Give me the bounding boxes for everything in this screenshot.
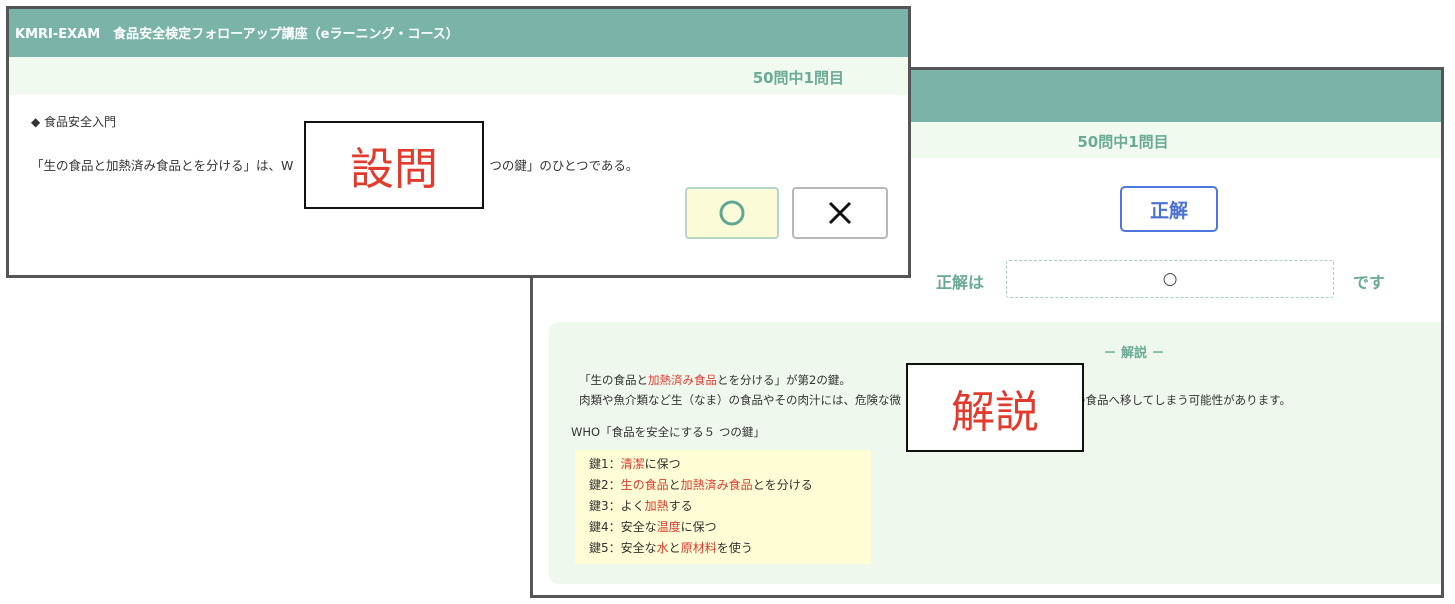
key-prefix: 鍵2：: [589, 478, 621, 492]
key-item: 鍵1：清潔に保つ: [589, 454, 871, 475]
key-highlight: 原材料: [680, 541, 717, 555]
circle-icon: [719, 200, 745, 226]
question-progress: 50問中1問目: [1077, 133, 1169, 151]
keys-list: 鍵1：清潔に保つ 鍵2：生の食品と加熱済み食品とを分ける 鍵3：よく加熱する 鍵4：安…: [575, 450, 871, 564]
answer-value-box: ○: [1006, 260, 1334, 298]
cross-icon: [828, 201, 852, 225]
explanation-line-1-highlight: 加熱済み食品: [648, 373, 717, 387]
key-highlight: 温度: [656, 520, 681, 534]
key-highlight: 加熱: [644, 499, 669, 513]
answer-true-button[interactable]: [685, 187, 779, 239]
key-prefix: 鍵5：: [589, 541, 621, 555]
question-category: ◆ 食品安全入門: [31, 115, 117, 129]
key-text: とを分ける: [752, 478, 813, 492]
explanation-callout-label: 解説: [906, 363, 1084, 452]
question-text-part-2: つの鍵」のひとつである。: [489, 158, 639, 173]
key-highlight: 加熱済み食品: [680, 478, 753, 492]
key-text: よく: [620, 499, 645, 513]
explanation-line-1-b: とを分ける」が第2の鍵。: [717, 373, 851, 387]
key-text: 安全な: [620, 541, 657, 555]
explanation-line-2-a: 肉類や魚介類など生（なま）の食品やその肉汁には、危険な微: [579, 393, 901, 407]
explanation-heading: － 解説 －: [1103, 346, 1165, 361]
key-text: に保つ: [680, 520, 717, 534]
answer-value: ○: [1162, 269, 1178, 289]
result-badge: 正解: [1120, 186, 1218, 232]
question-callout-label: 設問: [304, 121, 484, 209]
answer-suffix: です: [1353, 273, 1386, 292]
app-title: KMRI-EXAM 食品安全検定フォローアップ講座（eラーニング・コース）: [15, 27, 459, 42]
who-keys-title: WHO「食品を安全にする５ つの鍵」: [571, 425, 765, 439]
key-prefix: 鍵4：: [589, 520, 621, 534]
key-item: 鍵2：生の食品と加熱済み食品とを分ける: [589, 475, 871, 496]
key-prefix: 鍵3：: [589, 499, 621, 513]
key-item: 鍵5：安全な水と原材料を使う: [589, 538, 871, 559]
key-highlight: 生の食品: [620, 478, 669, 492]
answer-false-button[interactable]: [792, 187, 888, 239]
answer-label: 正解は: [936, 273, 985, 292]
key-text: と: [668, 478, 681, 492]
question-progress: 50問中1問目: [752, 69, 844, 87]
key-text: 安全な: [620, 520, 657, 534]
key-text: に保つ: [644, 457, 681, 471]
key-text: と: [668, 541, 681, 555]
question-titlebar: KMRI-EXAM 食品安全検定フォローアップ講座（eラーニング・コース）: [9, 9, 908, 57]
key-item: 鍵3：よく加熱する: [589, 496, 871, 517]
key-highlight: 清潔: [620, 457, 645, 471]
explanation-line-1-a: 「生の食品と: [579, 373, 648, 387]
question-text-part-1: 「生の食品と加熱済み食品とを分ける」は、W: [31, 158, 294, 173]
key-highlight: 水: [656, 541, 669, 555]
key-text: する: [668, 499, 693, 513]
key-item: 鍵4：安全な温度に保つ: [589, 517, 871, 538]
key-prefix: 鍵1：: [589, 457, 621, 471]
key-text: を使う: [716, 541, 753, 555]
question-progress-band: 50問中1問目: [9, 57, 908, 95]
explanation-panel: － 解説 － 「生の食品と加熱済み食品とを分ける」が第2の鍵。 肉類や魚介類など…: [549, 322, 1441, 584]
explanation-line-2-b: 、他の食品へ移してしまう可能性があります。: [1051, 393, 1292, 407]
